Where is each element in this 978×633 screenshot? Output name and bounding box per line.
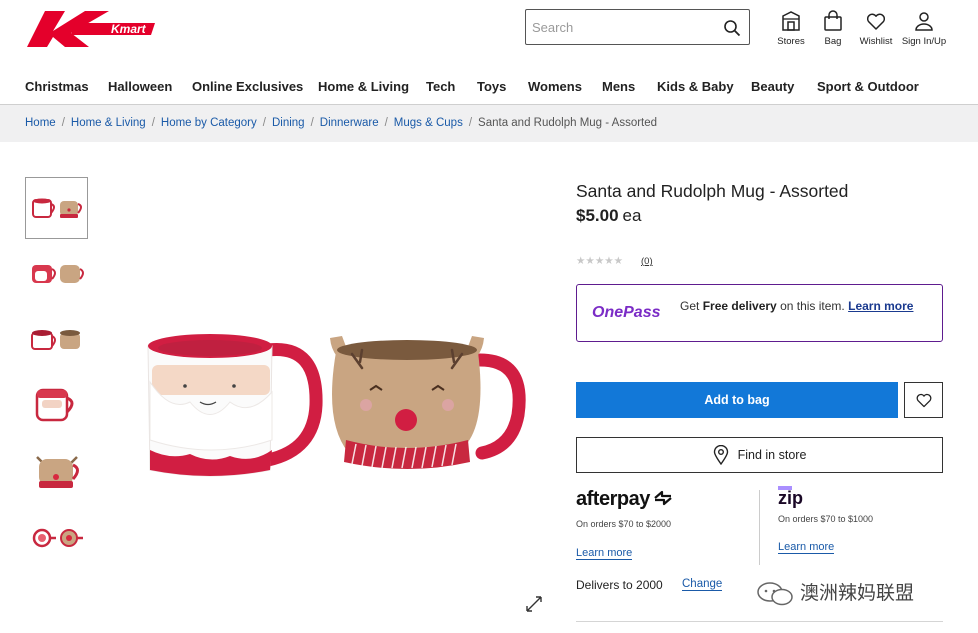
nav-halloween[interactable]: Halloween: [108, 79, 172, 94]
heart-icon: [916, 393, 931, 408]
thumbnail-4[interactable]: [25, 375, 88, 437]
change-postcode-link[interactable]: Change: [682, 578, 723, 591]
breadcrumb-home[interactable]: Home: [25, 117, 56, 129]
payment-divider: [759, 490, 760, 565]
logo-text: Kmart: [111, 22, 147, 36]
nav-beauty[interactable]: Beauty: [751, 79, 794, 94]
afterpay-block: afterpay On orders $70 to $2000 Learn mo…: [576, 488, 674, 561]
thumb-image: [32, 528, 83, 548]
afterpay-logo: afterpay: [576, 488, 674, 511]
thumbnail-3[interactable]: [25, 309, 88, 371]
thumbnail-6[interactable]: [25, 507, 88, 569]
nav-kids-baby[interactable]: Kids & Baby: [657, 79, 734, 94]
sign-in-link[interactable]: Sign In/Up: [899, 10, 949, 47]
search-icon[interactable]: [723, 19, 741, 37]
heart-icon: [866, 13, 886, 30]
sign-in-label: Sign In/Up: [901, 36, 947, 47]
thumb-image: [35, 388, 73, 422]
thumbnail-5[interactable]: [25, 441, 88, 503]
nav-christmas[interactable]: Christmas: [25, 79, 89, 94]
nav-mens[interactable]: Mens: [602, 79, 635, 94]
nav-online-exclusives[interactable]: Online Exclusives: [192, 79, 303, 94]
zip-logo: zip: [778, 486, 803, 508]
wechat-icon: [757, 581, 793, 605]
nav-womens[interactable]: Womens: [528, 79, 582, 94]
onepass-banner: OnePass Get Free delivery on this item. …: [576, 284, 943, 342]
wishlist-link[interactable]: Wishlist: [851, 10, 901, 47]
thumb-image: [31, 265, 84, 283]
site-header: Kmart Stores Bag Wishlist: [0, 0, 978, 104]
thumbnail-2[interactable]: [25, 243, 88, 305]
zip-terms: On orders $70 to $1000: [778, 514, 874, 524]
rating-stars: ★★★★★: [576, 255, 624, 267]
zip-learn-more-link[interactable]: Learn more: [778, 541, 835, 554]
product-title: Santa and Rudolph Mug - Assorted: [576, 181, 849, 201]
breadcrumb: Home / Home & Living / Home by Category / Dini…: [25, 117, 658, 129]
review-count-link[interactable]: (0): [641, 256, 653, 267]
onepass-learn-more-link[interactable]: Learn more: [848, 299, 913, 313]
onepass-message: Get Free delivery on this item. Learn mo…: [680, 299, 914, 313]
price-unit: ea: [622, 206, 642, 225]
breadcrumb-mugs-cups[interactable]: Mugs & Cups: [394, 117, 463, 129]
delivery-postcode: Delivers to 2000: [576, 578, 663, 592]
breadcrumb-dinnerware[interactable]: Dinnerware: [320, 117, 379, 129]
price-value: $5.00: [576, 206, 619, 225]
nav-toys[interactable]: Toys: [477, 79, 506, 94]
thumbnail-1[interactable]: [25, 177, 88, 239]
wishlist-label: Wishlist: [859, 36, 893, 47]
breadcrumb-home-living[interactable]: Home & Living: [71, 117, 146, 129]
afterpay-terms: On orders $70 to $2000: [576, 519, 672, 529]
find-in-store-label: Find in store: [737, 448, 807, 462]
breadcrumb-current: Santa and Rudolph Mug - Assorted: [478, 117, 658, 129]
thumb-image: [35, 456, 79, 488]
thumb-image: [30, 330, 80, 350]
afterpay-learn-more-link[interactable]: Learn more: [576, 547, 633, 560]
nav-sport-outdoor[interactable]: Sport & Outdoor: [817, 79, 919, 94]
product-price: $5.00 ea: [576, 206, 641, 226]
add-to-wishlist-button[interactable]: [904, 382, 943, 418]
onepass-logo: OnePass: [592, 304, 661, 321]
main-nav: Christmas Halloween Online Exclusives Ho…: [0, 79, 978, 99]
thumb-image: [31, 198, 82, 218]
location-pin-icon: [713, 445, 728, 465]
watermark-text: 澳洲辣妈联盟: [800, 582, 915, 604]
breadcrumb-bar: Home / Home & Living / Home by Category / Dini…: [0, 104, 978, 142]
afterpay-arrows-icon: [654, 490, 672, 506]
nav-home-living[interactable]: Home & Living: [318, 79, 409, 94]
nav-tech[interactable]: Tech: [426, 79, 455, 94]
expand-icon[interactable]: [525, 595, 543, 613]
zip-block: zip On orders $70 to $1000 Learn more: [778, 486, 874, 555]
user-icon: [915, 12, 933, 31]
search-box: [525, 9, 750, 45]
breadcrumb-dining[interactable]: Dining: [272, 117, 305, 129]
find-in-store-button[interactable]: Find in store: [576, 437, 943, 473]
divider: [576, 621, 943, 622]
kmart-logo[interactable]: Kmart: [27, 9, 155, 49]
bag-icon: [824, 10, 842, 31]
breadcrumb-home-by-category[interactable]: Home by Category: [161, 117, 257, 129]
product-main-image[interactable]: [130, 310, 530, 490]
add-to-bag-button[interactable]: Add to bag: [576, 382, 898, 418]
watermark: 澳洲辣妈联盟: [756, 578, 914, 606]
search-input[interactable]: [526, 10, 706, 44]
store-icon: [782, 11, 800, 31]
